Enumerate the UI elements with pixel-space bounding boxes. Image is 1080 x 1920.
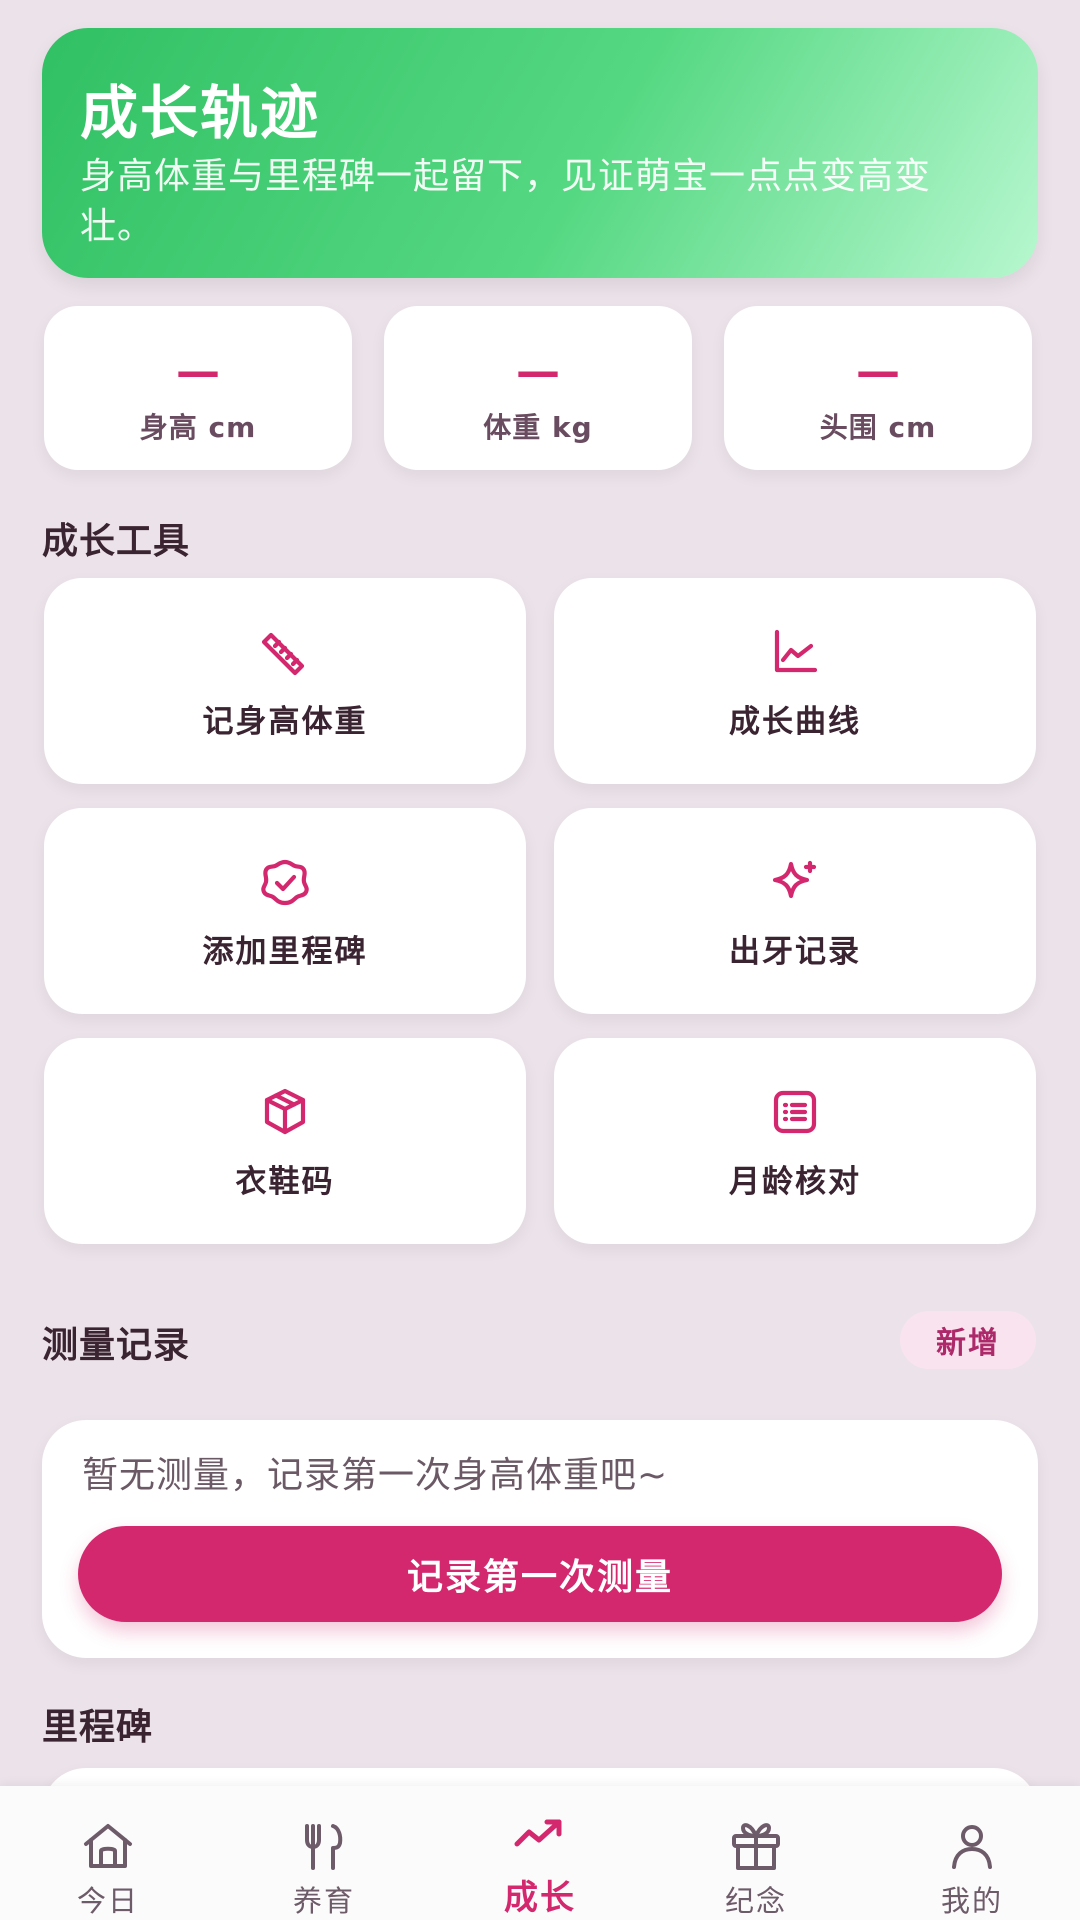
sparkle-icon [772, 860, 817, 899]
nav-label-growth: 成长 [504, 1878, 576, 1918]
page-title: 成长轨迹 [80, 79, 321, 147]
stat-value-weight: — [516, 346, 560, 397]
ruler-icon [261, 632, 305, 676]
hero-banner: 成长轨迹 身高体重与里程碑一起留下，见证萌宝一点点变高变壮。 [42, 28, 1038, 278]
tool-card-teething-record[interactable]: 出牙记录 [554, 808, 1036, 1014]
stat-label-height: 身高 cm [139, 411, 257, 444]
stat-value-height: — [176, 346, 220, 397]
growth-chart-icon [774, 629, 818, 673]
section-title-records: 测量记录 [42, 1325, 191, 1366]
hero-subtitle: 身高体重与里程碑一起留下，见证萌宝一点点变高变壮。 [80, 156, 932, 247]
fork-spoon-icon [305, 1824, 343, 1870]
stat-value-head: — [856, 346, 900, 397]
user-icon [952, 1825, 992, 1869]
nav-item-parenting[interactable]: 养育 [216, 1786, 432, 1920]
nav-label-today: 今日 [76, 1884, 139, 1918]
empty-state-text: 暂无测量，记录第一次身高体重吧~ [82, 1455, 669, 1496]
nav-item-memorial[interactable]: 纪念 [648, 1786, 864, 1920]
nav-item-today[interactable]: 今日 [0, 1786, 216, 1920]
record-first-measurement-button[interactable]: 记录第一次测量 [78, 1526, 1002, 1622]
section-title-tools: 成长工具 [42, 521, 191, 562]
nav-item-growth[interactable]: 成长 [432, 1786, 648, 1920]
tool-label-teething-record: 出牙记录 [729, 934, 861, 970]
tool-card-growth-curve[interactable]: 成长曲线 [554, 578, 1036, 784]
tool-label-age-check: 月龄核对 [729, 1164, 861, 1200]
tool-label-clothing-size: 衣鞋码 [235, 1164, 335, 1200]
section-title-milestones: 里程碑 [42, 1707, 154, 1748]
nav-label-parenting: 养育 [292, 1884, 355, 1918]
nav-item-profile[interactable]: 我的 [864, 1786, 1080, 1920]
stat-card-height: — 身高 cm [44, 306, 352, 470]
tool-card-clothing-size[interactable]: 衣鞋码 [44, 1038, 526, 1244]
trending-up-icon [514, 1819, 562, 1847]
tool-label-add-milestone: 添加里程碑 [202, 934, 368, 970]
stat-card-weight: — 体重 kg [384, 306, 692, 470]
badge-check-icon [261, 859, 309, 906]
tool-card-add-milestone[interactable]: 添加里程碑 [44, 808, 526, 1014]
stat-card-head: — 头围 cm [724, 306, 1032, 470]
stat-label-head: 头围 cm [819, 411, 937, 444]
tool-label-growth-curve: 成长曲线 [729, 704, 861, 740]
home-icon [84, 1824, 132, 1868]
bottom-navigation: 今日 养育 成长 纪念 我的 [0, 1786, 1080, 1920]
tool-card-age-check[interactable]: 月龄核对 [554, 1038, 1036, 1244]
calendar-list-icon [773, 1090, 817, 1134]
tool-label-record-height-weight: 记身高体重 [202, 704, 368, 740]
nav-label-profile: 我的 [940, 1884, 1003, 1918]
tool-card-record-height-weight[interactable]: 记身高体重 [44, 578, 526, 784]
empty-records-card: 暂无测量，记录第一次身高体重吧~ 记录第一次测量 [42, 1420, 1038, 1658]
stat-label-weight: 体重 kg [483, 411, 593, 444]
nav-label-memorial: 纪念 [724, 1884, 787, 1918]
new-record-button[interactable]: 新增 [900, 1311, 1036, 1369]
gift-icon [732, 1823, 780, 1870]
box-icon [264, 1088, 306, 1135]
